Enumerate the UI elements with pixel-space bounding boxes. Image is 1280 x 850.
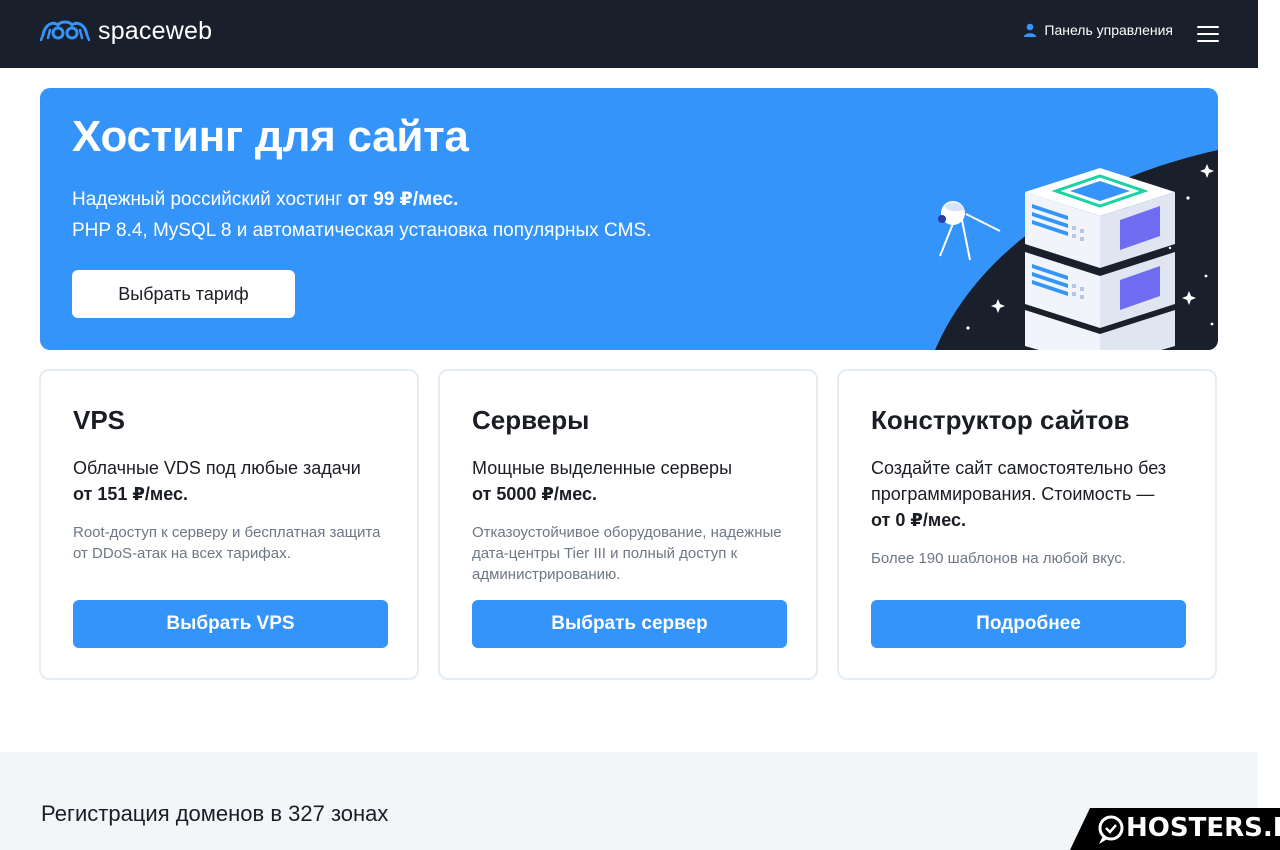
watermark-text: HOSTERS.RU	[1126, 813, 1280, 843]
card-desc-text: Создайте сайт самостоятельно без програм…	[871, 458, 1167, 504]
choose-server-button[interactable]: Выбрать сервер	[472, 600, 787, 648]
card-note: Более 190 шаблонов на любой вкус.	[871, 550, 1126, 567]
hero-banner: Хостинг для сайта Надежный российский хо…	[40, 88, 1218, 350]
choose-plan-button[interactable]: Выбрать тариф	[72, 270, 295, 318]
card-price: от 5000 ₽/мес.	[472, 484, 598, 504]
user-icon	[1024, 23, 1037, 37]
more-info-button[interactable]: Подробнее	[871, 600, 1186, 648]
hero-subtitle: Надежный российский хостинг от 99 ₽/мес.…	[72, 184, 651, 246]
card-desc-text: Мощные выделенные серверы	[472, 458, 733, 478]
control-panel-label: Панель управления	[1044, 22, 1173, 38]
card-description: Создайте сайт самостоятельно без програм…	[871, 455, 1171, 533]
card-vps: VPS Облачные VDS под любые задачи от 151…	[39, 369, 419, 680]
card-servers: Серверы Мощные выделенные серверы от 500…	[438, 369, 818, 680]
logo[interactable]: spaceweb	[40, 14, 212, 48]
card-title: Конструктор сайтов	[871, 405, 1130, 435]
card-desc-text: Облачные VDS под любые задачи	[73, 458, 361, 478]
hero-price: от 99 ₽/мес.	[347, 189, 459, 210]
card-title: VPS	[73, 405, 126, 435]
brand-name: spaceweb	[98, 16, 213, 45]
card-site-builder: Конструктор сайтов Создайте сайт самосто…	[837, 369, 1217, 680]
control-panel-link[interactable]: Панель управления	[1023, 22, 1173, 38]
card-title: Серверы	[472, 405, 590, 435]
card-description: Облачные VDS под любые задачи от 151 ₽/м…	[73, 455, 393, 507]
spaceweb-logo-icon	[40, 20, 90, 42]
menu-icon[interactable]	[1197, 25, 1219, 43]
card-note: Root-доступ к серверу и бесплатная защит…	[73, 524, 381, 562]
hero-line2: PHP 8.4, MySQL 8 и автоматическая устано…	[72, 220, 652, 241]
card-price: от 0 ₽/мес.	[871, 510, 967, 530]
choose-vps-button[interactable]: Выбрать VPS	[73, 600, 388, 648]
card-price: от 151 ₽/мес.	[73, 484, 189, 504]
hero-line1: Надежный российский хостинг	[72, 189, 348, 210]
card-note: Отказоустойчивое оборудование, надежные …	[472, 524, 782, 583]
card-description: Мощные выделенные серверы от 5000 ₽/мес.	[472, 455, 792, 507]
domains-title: Регистрация доменов в 327 зонах	[41, 801, 389, 826]
scrollbar[interactable]	[1258, 0, 1280, 850]
site-header: spaceweb Панель управления	[0, 0, 1258, 68]
hero-title: Хостинг для сайта	[72, 112, 469, 161]
